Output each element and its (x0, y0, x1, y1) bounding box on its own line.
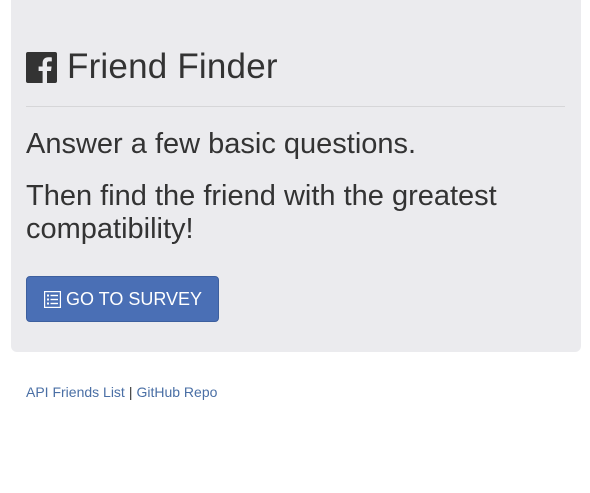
go-to-survey-label: GO TO SURVEY (66, 288, 203, 309)
divider (26, 106, 565, 107)
page-title: Friend Finder (67, 47, 278, 86)
facebook-square-icon (26, 51, 57, 83)
list-alt-icon (44, 290, 61, 308)
go-to-survey-button[interactable]: GO TO SURVEY (26, 276, 219, 322)
footer-links: API Friends List | GitHub Repo (26, 383, 217, 401)
page-header: Friend Finder (26, 48, 278, 86)
lead-text-questions: Answer a few basic questions. (26, 128, 417, 160)
api-friends-list-link[interactable]: API Friends List (26, 384, 125, 400)
github-repo-link[interactable]: GitHub Repo (136, 384, 217, 400)
footer-separator: | (128, 384, 133, 400)
lead-text-compatibility: Then find the friend with the greatest c… (26, 180, 497, 245)
